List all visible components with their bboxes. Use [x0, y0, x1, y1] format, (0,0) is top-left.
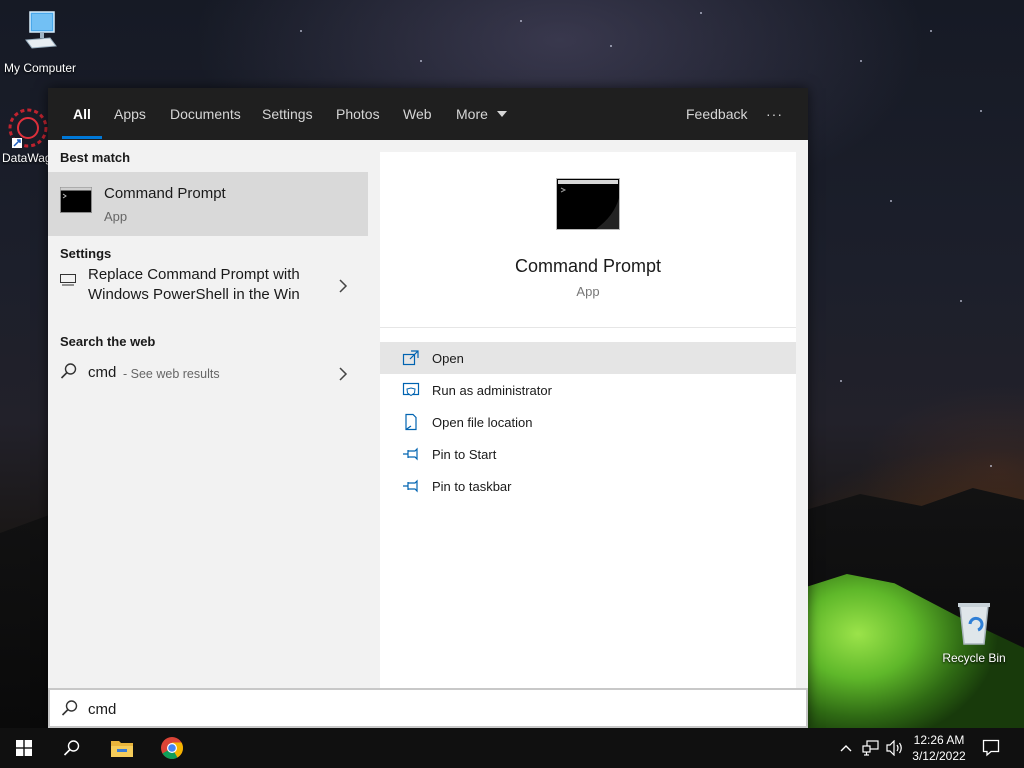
search-icon [61, 700, 78, 716]
best-match-item[interactable]: Command Prompt App [48, 172, 368, 236]
taskbar: 12:26 AM 3/12/2022 [0, 728, 1024, 768]
settings-item-line1: Replace Command Prompt with [88, 266, 300, 283]
search-box[interactable] [48, 688, 808, 728]
network-icon[interactable] [862, 740, 880, 756]
web-query: cmd [88, 364, 117, 381]
pin-icon [403, 479, 418, 493]
desktop-icon-datawag[interactable]: DataWag [0, 104, 54, 165]
chrome-icon [161, 737, 183, 759]
tab-photos[interactable]: Photos [336, 88, 380, 140]
action-label: Open [432, 351, 464, 366]
desktop-icon-label: DataWag [2, 151, 52, 165]
settings-monitor-icon [60, 274, 76, 286]
web-suffix: - See web results [123, 367, 220, 381]
action-center-icon[interactable] [982, 739, 1000, 757]
start-button[interactable] [0, 728, 48, 768]
recycle-bin-icon [958, 603, 990, 645]
windows-logo-icon [16, 740, 32, 756]
search-icon [60, 363, 77, 379]
taskbar-search-button[interactable] [48, 728, 96, 768]
results-list: Best match Command Prompt App Settings R… [48, 140, 368, 688]
action-run-as-administrator[interactable]: Run as administrator [380, 374, 796, 406]
tab-all[interactable]: All [73, 88, 91, 140]
computer-icon [25, 11, 57, 49]
taskbar-clock[interactable]: 12:26 AM 3/12/2022 [906, 732, 972, 764]
app-preview: Command Prompt App [380, 152, 796, 328]
action-label: Open file location [432, 415, 533, 430]
pin-icon [403, 447, 418, 461]
command-prompt-large-icon [556, 178, 620, 230]
settings-item-line2: Windows PowerShell in the Win [88, 286, 300, 303]
tab-more[interactable]: More [456, 88, 508, 140]
action-pin-to-start[interactable]: Pin to Start [380, 438, 796, 470]
desktop-icon-label: My Computer [3, 61, 77, 75]
file-explorer-button[interactable] [98, 728, 146, 768]
chevron-right-icon [339, 279, 348, 293]
best-match-name: Command Prompt [104, 185, 226, 202]
search-panel: All Apps Documents Settings Photos Web M… [48, 88, 808, 728]
chrome-button[interactable] [148, 728, 196, 768]
tab-apps[interactable]: Apps [114, 88, 146, 140]
desktop-icon-my-computer[interactable]: My Computer [0, 8, 80, 75]
tab-settings[interactable]: Settings [262, 88, 313, 140]
datawag-icon [8, 108, 48, 148]
tab-web[interactable]: Web [403, 88, 432, 140]
best-match-type: App [104, 209, 128, 224]
search-web-heading: Search the web [60, 334, 156, 349]
app-preview-type: App [576, 284, 600, 299]
search-tab-bar: All Apps Documents Settings Photos Web M… [48, 88, 808, 140]
web-result-item[interactable]: cmd - See web results [48, 354, 368, 394]
feedback-button[interactable]: Feedback [686, 88, 747, 140]
best-match-heading: Best match [60, 150, 131, 165]
shield-window-icon [402, 382, 420, 397]
action-label: Pin to taskbar [432, 479, 512, 494]
search-icon [63, 740, 80, 756]
result-detail-pane: Command Prompt App Open Run as administr… [380, 152, 796, 688]
open-icon [402, 350, 419, 366]
active-tab-indicator [62, 136, 102, 139]
search-input[interactable] [88, 698, 688, 720]
action-label: Run as administrator [432, 383, 552, 398]
file-location-icon [405, 413, 417, 431]
app-preview-name: Command Prompt [514, 256, 662, 276]
caret-down-icon [496, 111, 507, 117]
action-open[interactable]: Open [380, 342, 796, 374]
settings-heading: Settings [60, 246, 112, 261]
action-open-file-location[interactable]: Open file location [380, 406, 796, 438]
tab-documents[interactable]: Documents [170, 88, 241, 140]
desktop-icon-recycle-bin[interactable]: Recycle Bin [934, 600, 1014, 665]
action-label: Pin to Start [432, 447, 497, 462]
volume-icon[interactable] [886, 740, 904, 756]
command-prompt-icon [60, 187, 92, 213]
clock-time: 12:26 AM [913, 733, 965, 747]
tab-more-label: More [456, 106, 488, 122]
folder-icon [111, 741, 133, 757]
action-pin-to-taskbar[interactable]: Pin to taskbar [380, 470, 796, 502]
settings-result-item[interactable]: Replace Command Prompt with Windows Powe… [48, 266, 368, 318]
more-options-icon[interactable]: ··· [766, 88, 783, 140]
desktop-icon-label: Recycle Bin [942, 651, 1006, 665]
chevron-up-icon[interactable] [840, 744, 852, 752]
chevron-right-icon [339, 367, 348, 381]
clock-date: 3/12/2022 [912, 749, 966, 763]
